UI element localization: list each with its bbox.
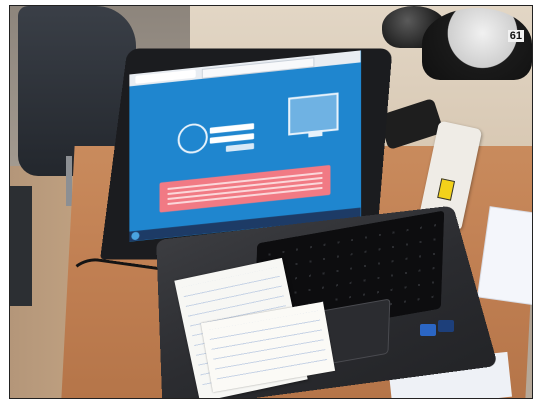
monitor-stand-icon	[308, 129, 323, 138]
windows-start-icon[interactable]	[131, 231, 140, 241]
note-ruled-lines	[208, 310, 328, 384]
laptop-screen	[129, 50, 361, 242]
charger-cable	[435, 129, 532, 215]
alert-text-lines	[167, 171, 323, 206]
login-icon	[177, 122, 208, 155]
helmet-number: 61	[507, 30, 524, 42]
floor-mat	[10, 186, 32, 306]
error-alert-banner	[159, 164, 331, 213]
login-button[interactable]	[225, 143, 255, 152]
password-field[interactable]	[209, 133, 255, 144]
username-field[interactable]	[209, 123, 255, 134]
sticker-badge	[420, 324, 436, 336]
monitor-icon	[288, 92, 339, 136]
sticker-badge	[438, 320, 454, 332]
login-heading	[208, 114, 209, 120]
numbered-helmet: 61	[422, 8, 532, 80]
photo-frame: 61	[9, 5, 533, 399]
